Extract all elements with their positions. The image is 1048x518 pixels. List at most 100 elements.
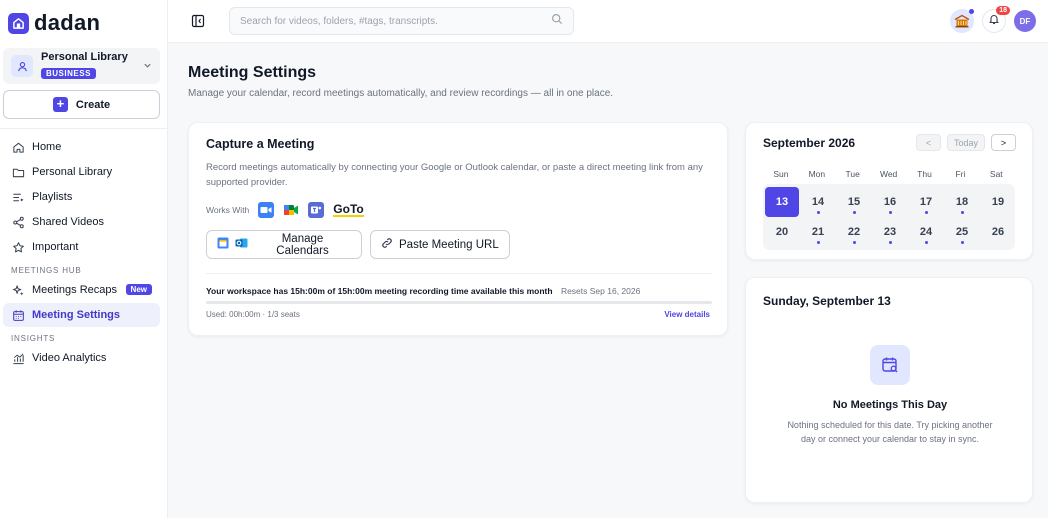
section-insights: INSIGHTS [11, 333, 56, 343]
usage-summary: Your workspace has 15h:00m of 15h:00m me… [206, 286, 640, 296]
notifications-button[interactable]: 18 [982, 6, 1010, 33]
sidebar-item-label: Personal Library [32, 166, 113, 178]
sidebar-divider [0, 128, 168, 129]
chevron-down-icon [143, 57, 152, 75]
calendar-day[interactable]: 25 [944, 217, 980, 247]
calendar-day[interactable]: 21 [800, 217, 836, 247]
create-button[interactable]: + Create [3, 90, 160, 119]
link-icon [381, 237, 393, 252]
sidebar-item-playlists[interactable]: Playlists [3, 185, 160, 209]
calendar-day-selected[interactable]: 13 [765, 187, 799, 217]
selected-day-title: Sunday, September 13 [763, 294, 891, 308]
sidebar-item-video-analytics[interactable]: Video Analytics [3, 346, 160, 370]
sidebar-item-personal-library[interactable]: Personal Library [3, 160, 160, 184]
sidebar-nav: Home Personal Library Playlists Shared V… [3, 135, 160, 371]
calendar-day[interactable]: 23 [872, 217, 908, 247]
meeting-indicator-dot [816, 211, 820, 214]
sidebar-item-home[interactable]: Home [3, 135, 160, 159]
sparkles-icon [11, 283, 25, 297]
sidebar-item-label: Important [32, 241, 79, 253]
page-title: Meeting Settings [188, 64, 317, 81]
calendar-day[interactable]: 24 [908, 217, 944, 247]
analytics-icon [11, 351, 25, 365]
meeting-indicator-dot [852, 241, 856, 244]
playlist-icon [11, 190, 25, 204]
create-label: Create [75, 98, 111, 111]
calendar-today-button[interactable]: Today [946, 134, 985, 151]
sidebar-item-meetings-recaps[interactable]: Meetings Recaps New [3, 278, 160, 302]
brand-name: dadan [34, 10, 101, 35]
capture-divider [206, 273, 712, 274]
search-box[interactable] [229, 7, 574, 35]
capture-title: Capture a Meeting [206, 137, 315, 151]
weekday-label: Tue [845, 169, 860, 179]
user-avatar[interactable]: DF [1014, 10, 1036, 32]
sidebar-item-shared-videos[interactable]: Shared Videos [3, 210, 160, 234]
calendar-prev-button[interactable]: < [915, 134, 941, 151]
share-icon [11, 215, 25, 229]
sidebar: dadan Personal Library BUSINESS + Create… [0, 0, 168, 518]
outlook-icon [235, 237, 248, 252]
meeting-indicator-dot [888, 241, 892, 244]
search-input[interactable] [240, 15, 551, 27]
calendar-day[interactable]: 18 [944, 187, 980, 217]
meeting-indicator-dot [960, 241, 964, 244]
calendar-search-icon [870, 345, 910, 385]
day-number: 23 [883, 226, 897, 238]
manage-calendars-button[interactable]: Manage Calendars [206, 230, 362, 259]
calendar-day[interactable]: 17 [908, 187, 944, 217]
app-logo[interactable]: dadan [8, 10, 100, 36]
day-number: 20 [775, 226, 789, 238]
sidebar-item-meeting-settings[interactable]: Meeting Settings [3, 303, 160, 327]
workspace-icon[interactable] [950, 9, 974, 33]
usage-progress-bar [206, 301, 712, 304]
meeting-indicator-dot [888, 211, 892, 214]
day-detail-card: Sunday, September 13 No Meetings This Da… [745, 277, 1033, 503]
day-number: 18 [955, 196, 969, 208]
works-with-label: Works With [206, 205, 250, 215]
calendar-day[interactable]: 26 [980, 217, 1016, 247]
zoom-icon [258, 202, 275, 218]
library-switcher[interactable]: Personal Library BUSINESS [3, 48, 160, 84]
day-number: 22 [847, 226, 861, 238]
paste-meeting-url-label: Paste Meeting URL [399, 238, 499, 251]
usage-text: Your workspace has 15h:00m of 15h:00m me… [206, 286, 553, 296]
paste-meeting-url-button[interactable]: Paste Meeting URL [370, 230, 510, 259]
weekday-label: Wed [879, 169, 898, 179]
calendar-day[interactable]: 19 [980, 187, 1016, 217]
new-badge: New [125, 284, 152, 295]
calendar-day[interactable]: 22 [836, 217, 872, 247]
calendar-card: September 2026 < Today > Sun Mon Tue Wed Thu… [745, 122, 1033, 260]
sidebar-item-label: Shared Videos [32, 216, 104, 228]
topbar-actions: 18 DF [950, 6, 1036, 33]
day-number: 14 [811, 196, 825, 208]
calendar-day[interactable]: 16 [872, 187, 908, 217]
sidebar-toggle-icon[interactable] [191, 14, 205, 28]
calendar-day[interactable]: 15 [836, 187, 872, 217]
page-subtitle: Manage your calendar, record meetings au… [188, 88, 614, 99]
day-number: 13 [775, 196, 789, 208]
topbar: 18 DF [168, 0, 1048, 43]
notifications-count-badge: 18 [996, 6, 1010, 15]
view-details-link[interactable]: View details [664, 310, 710, 319]
manage-calendars-label: Manage Calendars [276, 232, 329, 257]
calendar-day[interactable]: 20 [764, 217, 800, 247]
calendar-nav: < Today > [915, 134, 1016, 151]
empty-state-title: No Meetings This Day [832, 399, 948, 411]
plan-badge: BUSINESS [41, 68, 96, 79]
day-number: 26 [991, 226, 1005, 238]
calendar-icon [11, 308, 25, 322]
calendar-next-button[interactable]: > [991, 134, 1016, 151]
goto-logo: GoTo [333, 202, 364, 217]
calendar-day[interactable]: 14 [800, 187, 836, 217]
sidebar-item-label: Playlists [32, 191, 73, 203]
meeting-indicator-dot [816, 241, 820, 244]
capture-meeting-card: Capture a Meeting Record meetings automa… [188, 122, 728, 336]
day-number: 15 [847, 196, 861, 208]
search-icon[interactable] [551, 12, 563, 30]
weekday-label: Fri [955, 169, 966, 179]
day-number: 17 [919, 196, 933, 208]
sidebar-item-important[interactable]: Important [3, 235, 160, 259]
empty-state-description: Nothing scheduled for this date. Try pic… [787, 420, 993, 444]
folder-icon [11, 165, 25, 179]
